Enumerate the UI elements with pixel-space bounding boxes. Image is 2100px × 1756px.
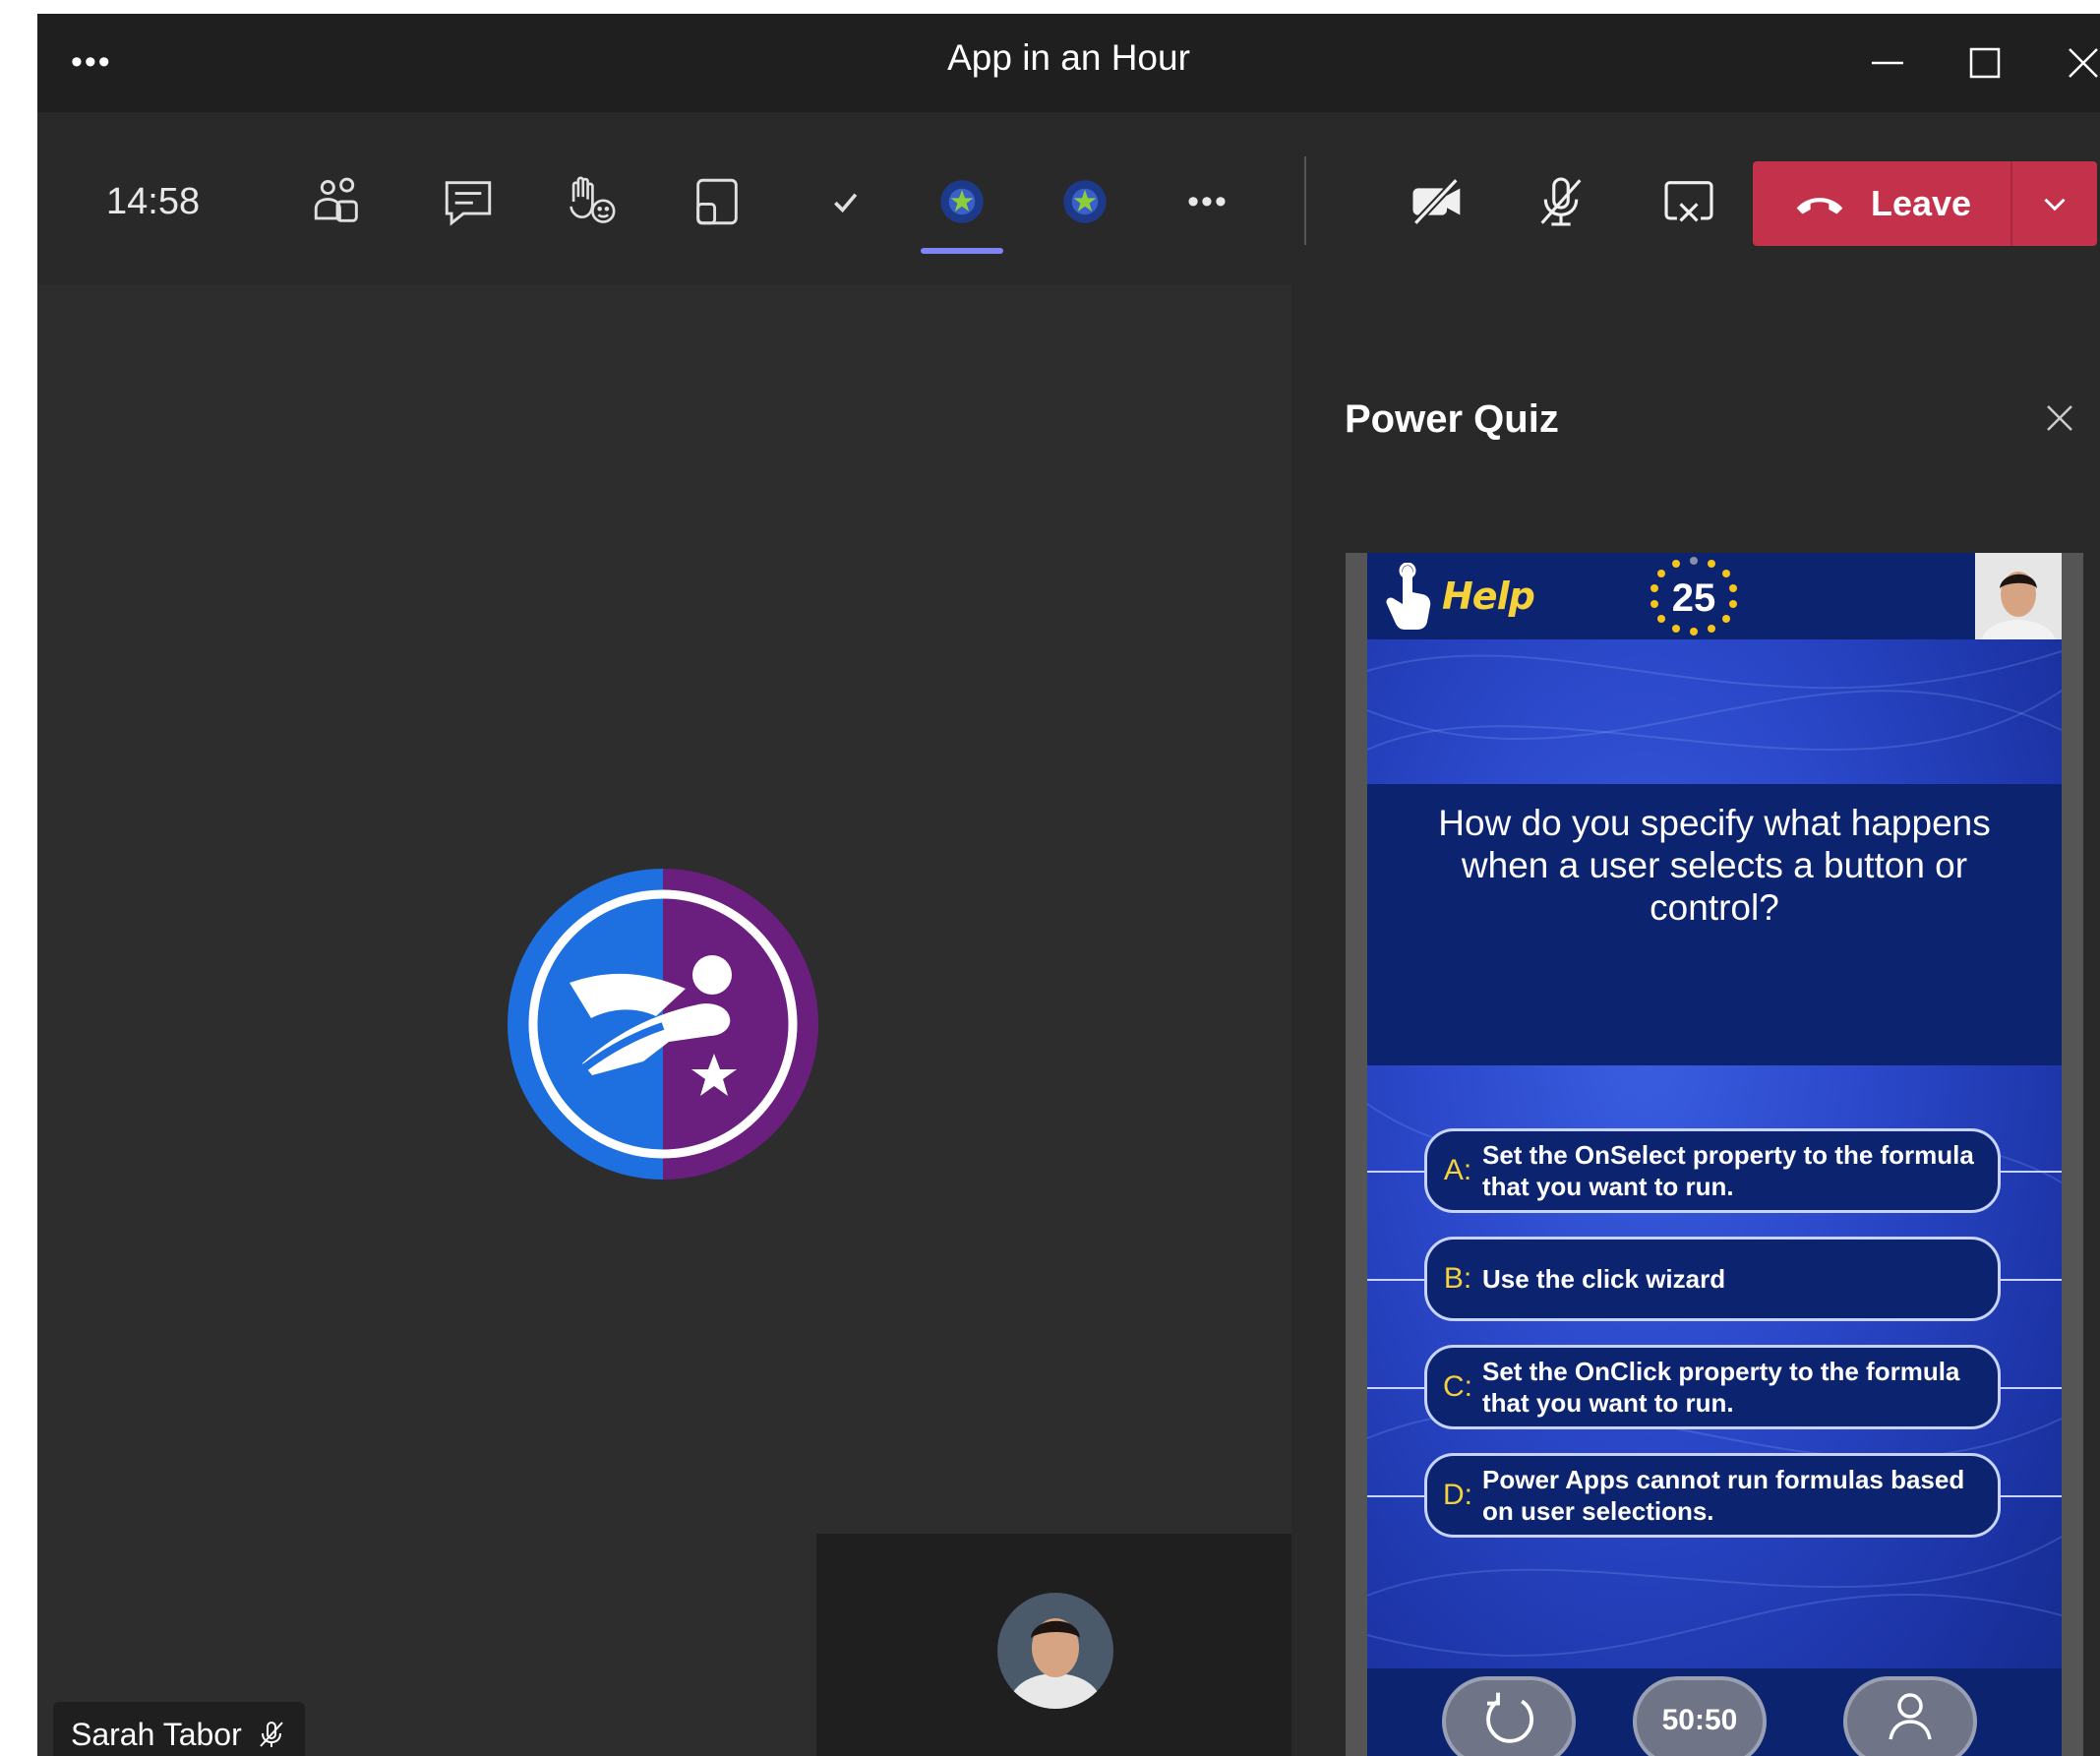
camera-off-icon <box>1412 177 1461 226</box>
power-quiz-app: Help 25 How do you specify what happens … <box>1346 553 2083 1756</box>
breakout-rooms-icon <box>696 178 738 225</box>
minimize-button[interactable] <box>1857 33 1916 92</box>
presenter-photo <box>997 1593 1113 1709</box>
quiz-lifelines: 50:50 <box>1367 1668 2062 1756</box>
lifeline-fifty-fifty-button[interactable]: 50:50 <box>1633 1676 1767 1756</box>
mic-off-icon <box>260 1722 283 1747</box>
answer-text: Power Apps cannot run formulas based on … <box>1482 1465 1965 1526</box>
player-avatar <box>1975 553 2062 639</box>
title-bar: ••• App in an Hour <box>37 14 2100 112</box>
toolbar-divider <box>1304 156 1306 245</box>
answer-option-a[interactable]: A: Set the OnSelect property to the form… <box>1424 1128 2001 1213</box>
app-in-a-day-logo <box>508 869 818 1180</box>
mic-toggle-button[interactable] <box>1526 166 1596 237</box>
window-title: App in an Hour <box>947 37 1190 78</box>
answer-text: Set the OnClick property to the formula … <box>1482 1357 1960 1418</box>
question-text: How do you specify what happens when a u… <box>1438 803 1991 928</box>
reactions-button[interactable] <box>555 166 626 237</box>
panel-title: Power Quiz <box>1345 397 1559 441</box>
raise-hand-icon <box>570 176 616 223</box>
participant-name-tag: Sarah Tabor <box>53 1702 305 1756</box>
answer-option-c[interactable]: C: Set the OnClick property to the formu… <box>1424 1345 2001 1429</box>
close-window-button[interactable] <box>2054 33 2100 92</box>
presenter-photo <box>1975 553 2062 639</box>
answer-text: Set the OnSelect property to the formula… <box>1482 1140 1974 1201</box>
help-hand-icon <box>1386 563 1431 630</box>
leave-button-group: Leave <box>1753 161 2097 246</box>
teams-meeting-window: ••• App in an Hour 14:58 ••• Leave Sarah… <box>37 14 2100 1756</box>
power-quiz-app-icon <box>940 180 984 223</box>
mic-off-icon <box>1540 177 1582 226</box>
meeting-toolbar: 14:58 ••• Leave <box>37 112 2100 284</box>
minimize-icon <box>1872 61 1903 65</box>
lifeline-refresh-button[interactable] <box>1442 1676 1576 1756</box>
maximize-button[interactable] <box>1955 33 2014 92</box>
quiz-header: Help 25 <box>1367 553 2062 639</box>
question-panel: How do you specify what happens when a u… <box>1367 784 2062 1065</box>
people-icon <box>314 177 358 222</box>
meeting-duration: 14:58 <box>106 181 201 222</box>
answer-option-b[interactable]: B: Use the click wizard <box>1424 1237 2001 1321</box>
close-icon <box>2069 48 2098 78</box>
fifty-fifty-label: 50:50 <box>1661 1704 1738 1736</box>
help-button[interactable]: Help <box>1442 575 1535 618</box>
power-quiz-app-icon <box>1063 180 1107 223</box>
close-panel-button[interactable] <box>2034 393 2085 444</box>
self-avatar <box>997 1593 1113 1709</box>
participants-button[interactable] <box>302 166 373 237</box>
lifeline-ask-friend-button[interactable] <box>1843 1676 1977 1756</box>
chat-icon <box>445 181 492 226</box>
maximize-icon <box>1969 47 2001 79</box>
participant-name: Sarah Tabor <box>71 1716 242 1752</box>
leave-label: Leave <box>1870 183 1972 223</box>
quiz-timer: 25 <box>1641 555 1747 637</box>
app-side-panel: Power Quiz Help 25 How do you specify wh… <box>1291 284 2100 1756</box>
meeting-stage: Sarah Tabor <box>37 284 1291 1756</box>
checkmark-icon <box>834 193 858 213</box>
more-actions-button[interactable]: ••• <box>1172 166 1243 237</box>
camera-toggle-button[interactable] <box>1402 166 1472 237</box>
active-app-indicator <box>921 248 1003 254</box>
close-icon <box>2047 405 2072 431</box>
tasks-app-button[interactable] <box>810 166 880 237</box>
leave-button[interactable]: Leave <box>1753 161 2010 246</box>
power-quiz-app-button-2[interactable] <box>1050 166 1120 237</box>
answer-letter: B: <box>1443 1262 1472 1295</box>
quiz-canvas: Help 25 How do you specify what happens … <box>1367 553 2062 1756</box>
person-icon <box>1889 1693 1932 1740</box>
answer-letter: C: <box>1443 1370 1472 1403</box>
answer-option-d[interactable]: D: Power Apps cannot run formulas based … <box>1424 1453 2001 1538</box>
refresh-icon <box>1486 1692 1533 1743</box>
chevron-down-icon <box>2044 198 2066 212</box>
chat-button[interactable] <box>433 166 504 237</box>
answer-text: Use the click wizard <box>1482 1264 1726 1294</box>
answer-letter: A: <box>1443 1154 1472 1186</box>
answer-letter: D: <box>1443 1479 1472 1511</box>
stop-sharing-button[interactable] <box>1653 166 1724 237</box>
self-video-tile <box>816 1534 1291 1756</box>
hang-up-icon <box>1796 198 1843 214</box>
breakout-rooms-button[interactable] <box>682 166 752 237</box>
timer-value: 25 <box>1671 576 1716 620</box>
leave-options-button[interactable] <box>2012 161 2097 246</box>
power-quiz-app-button[interactable] <box>927 166 997 237</box>
stop-share-icon <box>1664 181 1713 222</box>
